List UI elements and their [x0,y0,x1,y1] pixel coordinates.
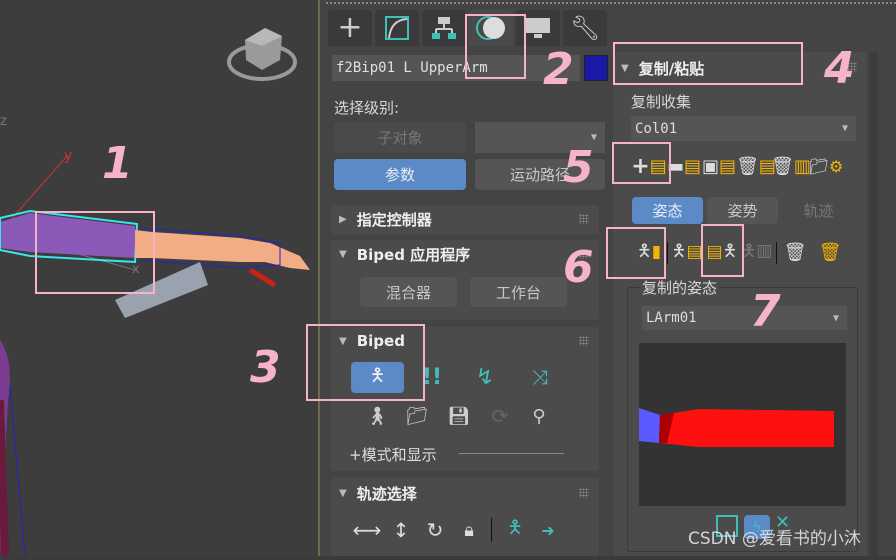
tab-hierarchy[interactable] [422,10,466,46]
workbench-button[interactable]: 工作台 [470,277,567,307]
delete-all-collections-icon[interactable]: 🗑︎ ▥ [771,152,811,180]
biped-playback-icon[interactable]: 🚶︎ [363,402,391,430]
collection-value: Col01 [635,120,678,137]
viewcube-icon[interactable] [227,28,297,81]
divider [459,453,564,454]
panel-drag-bar[interactable] [326,2,896,4]
collapse-triangle-icon: ▼ [339,488,347,499]
posture-value: LArm01 [646,310,697,326]
copied-postures-label: 复制的姿态 [640,277,720,298]
annotation-box-7 [701,224,744,277]
rollout-title[interactable]: 轨迹选择 [357,483,417,504]
watermark: CSDN @爱看书的小沐 [688,529,861,549]
body-horizontal-icon[interactable]: ⟷ [353,516,382,544]
paste-posture-icon[interactable]: 🯅 ▤ [671,238,702,266]
tab-posture[interactable]: 姿态 [632,197,703,224]
annotation-number-6: 6 [563,242,594,293]
rollout-title: 指定控制器 [356,211,432,229]
save-collection-icon[interactable]: ▣ ▤ [702,152,736,180]
collection-dropdown[interactable]: Col01 ▼ [631,116,856,141]
wrench-icon: 🔧︎ [569,14,601,42]
paste-velocity-icon[interactable]: 🯅▥ [741,238,772,266]
expand-triangle-icon: ▶ [339,214,347,225]
tab-modify[interactable] [375,10,419,46]
chevron-down-icon: ▼ [832,312,839,324]
grip-icon [579,336,589,346]
copy-paste-rollout: ▼ 复制/粘贴 复制收集 Col01 ▼ + ▤ ▬ ▤ ▣ ▤ 🗑︎ ▤ 🗑︎ ▥ 📁︎ ⚙ … [613,52,867,556]
convert-icon[interactable]: ⟳ [486,402,514,430]
forearm-mesh [135,230,310,270]
posture-preview [639,343,846,506]
lock-com-icon[interactable]: 🔒︎ [455,516,483,544]
collapse-triangle-icon: ▼ [339,249,347,260]
annotation-box-3 [306,324,425,401]
annotation-box-1 [35,211,155,294]
move-all-mode-icon[interactable]: ⚲ [525,402,553,430]
divider [776,242,777,264]
delete-collection-icon[interactable]: 🗑︎ ▤ [736,152,776,180]
posture-dropdown[interactable]: LArm01 ▼ [642,306,847,330]
chevron-down-icon: ▼ [841,123,848,134]
tab-pose[interactable]: 姿势 [707,197,778,224]
axis-z-label: z [0,114,7,129]
save-file-icon[interactable]: 💾︎ [445,402,473,430]
annotation-number-1: 1 [102,138,133,189]
annotation-box-2 [465,14,526,79]
plus-icon: + [337,10,363,45]
rollout-title[interactable]: Biped 应用程序 [357,244,470,265]
grip-icon [579,488,589,498]
annotation-box-4 [613,42,803,85]
annotation-number-3: 3 [250,342,281,393]
selection-level-label: 选择级别: [334,99,400,117]
parameters-button[interactable]: 参数 [334,159,466,190]
sub-object-button[interactable]: 子对象 [334,122,466,153]
load-collection-icon[interactable]: ▬ ▤ [667,152,701,180]
display-monitor-icon [526,18,550,38]
divider [667,242,668,264]
biped-apps-rollout: ▼ Biped 应用程序 混合器 工作台 [331,240,599,320]
annotation-number-7: 7 [750,286,781,337]
tab-track[interactable]: 轨迹 [782,197,855,224]
panel-scrollbar[interactable] [870,52,878,556]
axis-y-label: y [64,148,72,164]
opposite-icon[interactable]: ➜ [534,516,562,544]
hierarchy-icon [432,17,456,39]
load-file-folder-icon[interactable]: 📁︎ [403,402,431,430]
annotation-box-6 [606,227,666,279]
mixer-mode-icon[interactable]: ⤨ [526,363,554,391]
tab-create[interactable]: + [328,10,372,46]
delete-all-postures-icon[interactable]: 🗑︎ [816,238,844,266]
grip-icon [579,214,589,224]
collection-settings-folder-icon[interactable]: 📁︎ ⚙ [809,152,844,180]
tab-utilities[interactable]: 🔧︎ [563,10,607,46]
divider [491,518,492,542]
mixer-button[interactable]: 混合器 [360,277,457,307]
body-vertical-icon[interactable]: ↕ [387,516,415,544]
modify-curve-icon [385,16,409,40]
track-selection-rollout: ▼ 轨迹选择 ⟷ ↕ ↻ 🔒︎ 🯅 ➜ [331,478,599,556]
annotation-number-5: 5 [563,142,594,193]
object-color-swatch[interactable] [584,55,608,81]
delete-posture-icon[interactable]: 🗑︎ [781,238,809,266]
copy-collections-label: 复制收集 [631,93,692,111]
assign-controller-rollout[interactable]: ▶ 指定控制器 [331,205,599,234]
body-rotation-icon[interactable]: ↻ [421,516,449,544]
annotation-number-4: 4 [824,43,855,94]
modes-display-toggle[interactable]: +模式和显示 [349,444,437,465]
symmetrical-icon[interactable]: 🯅 [501,516,529,544]
motion-flow-icon[interactable]: ↯ [471,363,499,391]
annotation-number-2: 2 [543,44,574,95]
annotation-box-5 [612,142,671,184]
